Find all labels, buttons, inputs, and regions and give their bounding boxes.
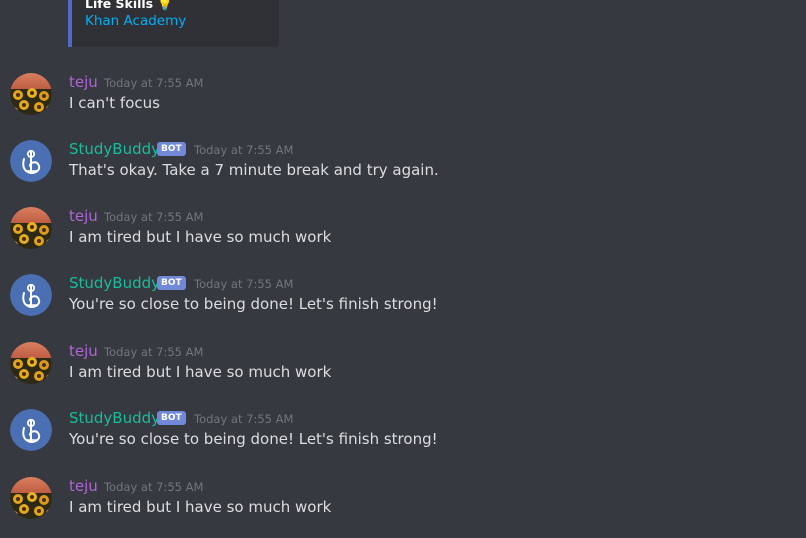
message-content: You're so close to being done! Let's fin…	[69, 430, 438, 448]
username[interactable]: teju	[69, 342, 98, 360]
message-content: That's okay. Take a 7 minute break and t…	[69, 161, 439, 179]
embed-title-text: Life Skills	[85, 0, 154, 11]
username[interactable]: teju	[69, 207, 98, 225]
message-timestamp: Today at 7:55 AM	[104, 480, 204, 494]
username[interactable]: StudyBuddy	[69, 409, 160, 427]
username[interactable]: teju	[69, 477, 98, 495]
username[interactable]: teju	[69, 73, 98, 91]
user-avatar[interactable]	[10, 207, 52, 249]
message-timestamp: Today at 7:55 AM	[104, 76, 204, 90]
bot-avatar[interactable]	[10, 140, 52, 182]
bot-tag: BOT	[157, 411, 186, 425]
message-content: You're so close to being done! Let's fin…	[69, 295, 438, 313]
message-item: StudyBuddy BOT Today at 7:55 AM You're s…	[0, 274, 806, 324]
embed-link[interactable]: Khan Academy	[85, 13, 186, 29]
chat-messages: Life Skills 💡 Khan Academy teju Today at…	[0, 0, 806, 538]
message-item: StudyBuddy BOT Today at 7:55 AM You're s…	[0, 409, 806, 459]
user-avatar[interactable]	[10, 73, 52, 115]
message-content: I am tired but I have so much work	[69, 228, 332, 246]
embed-card: Life Skills 💡 Khan Academy	[68, 0, 279, 47]
message-content: I can't focus	[69, 94, 160, 112]
bot-avatar[interactable]	[10, 274, 52, 316]
user-avatar[interactable]	[10, 477, 52, 519]
user-avatar[interactable]	[10, 342, 52, 384]
bot-tag: BOT	[157, 276, 186, 290]
message-item: teju Today at 7:55 AM I am tired but I h…	[0, 342, 806, 392]
bot-avatar[interactable]	[10, 409, 52, 451]
message-item: StudyBuddy BOT Today at 7:55 AM That's o…	[0, 140, 806, 190]
message-item: teju Today at 7:55 AM I am tired but I h…	[0, 207, 806, 257]
username[interactable]: StudyBuddy	[69, 274, 160, 292]
message-content: I am tired but I have so much work	[69, 363, 332, 381]
message-item: teju Today at 7:55 AM I can't focus	[0, 73, 806, 123]
bot-tag: BOT	[157, 142, 186, 156]
message-timestamp: Today at 7:55 AM	[194, 143, 294, 157]
message-timestamp: Today at 7:55 AM	[104, 345, 204, 359]
username[interactable]: StudyBuddy	[69, 140, 160, 158]
message-item: teju Today at 7:55 AM I am tired but I h…	[0, 477, 806, 527]
message-timestamp: Today at 7:55 AM	[194, 277, 294, 291]
message-timestamp: Today at 7:55 AM	[194, 412, 294, 426]
message-timestamp: Today at 7:55 AM	[104, 210, 204, 224]
lightbulb-icon: 💡	[157, 0, 173, 11]
embed-title: Life Skills 💡	[85, 0, 173, 12]
message-content: I am tired but I have so much work	[69, 498, 332, 516]
